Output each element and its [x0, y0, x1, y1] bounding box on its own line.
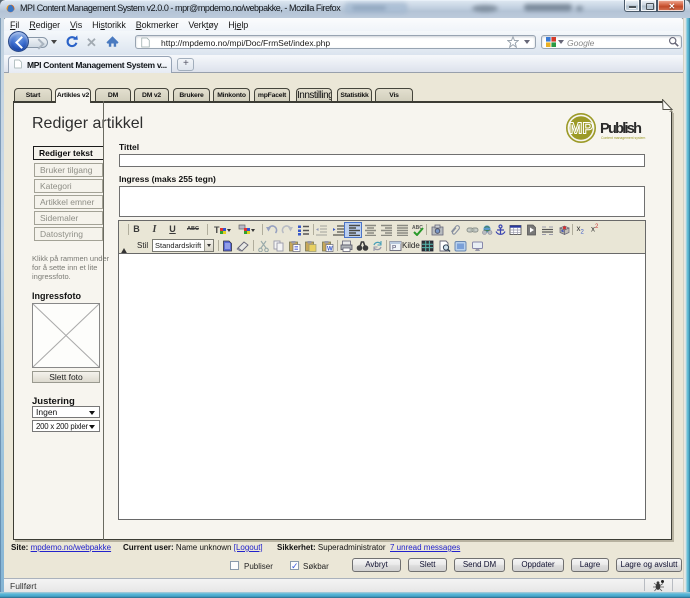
svg-text:T: T — [214, 225, 220, 235]
svg-text:MP: MP — [569, 121, 593, 138]
svg-text:P: P — [392, 245, 396, 252]
svg-text:Content management system: Content management system — [601, 136, 645, 140]
svg-text:W: W — [327, 247, 333, 253]
svg-text:Publish: Publish — [600, 121, 642, 137]
